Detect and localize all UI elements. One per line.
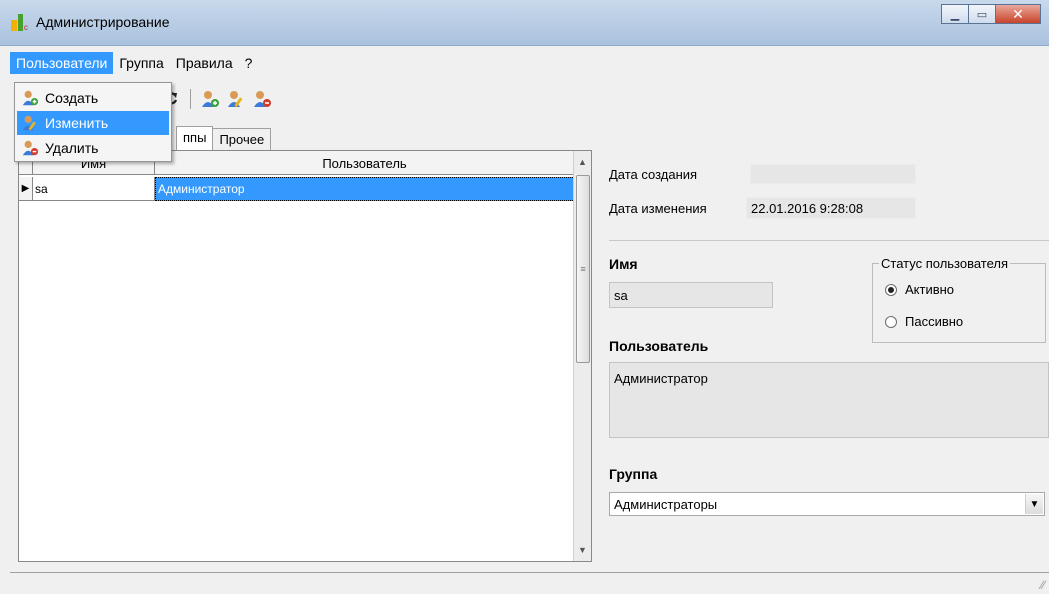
group-label: Группа xyxy=(609,466,658,482)
status-active-label: Активно xyxy=(905,282,955,297)
admin-window: c Администрирование ▁ ▭ ✕ Пользователи Г… xyxy=(0,0,1049,594)
status-active-radio[interactable]: Активно xyxy=(885,282,954,297)
title-bar: c Администрирование ▁ ▭ ✕ xyxy=(0,0,1049,46)
row-indicator-icon: ▶ xyxy=(19,177,33,201)
edit-user-button[interactable] xyxy=(225,88,247,110)
modified-date-label: Дата изменения xyxy=(609,201,707,216)
radio-checked-icon xyxy=(885,283,897,296)
grid-scrollbar[interactable]: ▲ ≡ ▼ xyxy=(573,151,591,561)
menu-item-delete-label: Удалить xyxy=(45,140,99,156)
scroll-up-icon[interactable]: ▲ xyxy=(574,153,591,171)
menu-rules[interactable]: Правила xyxy=(170,52,239,74)
name-field[interactable]: sa xyxy=(609,282,773,308)
menu-group[interactable]: Группа xyxy=(113,52,169,74)
maximize-button[interactable]: ▭ xyxy=(968,4,996,24)
name-label: Имя xyxy=(609,256,638,272)
status-passive-radio[interactable]: Пассивно xyxy=(885,314,963,329)
menu-bar: Пользователи Группа Правила ? xyxy=(10,52,1049,74)
user-delete-icon xyxy=(254,91,271,107)
scroll-down-icon[interactable]: ▼ xyxy=(574,541,591,559)
status-bar: ⁄⁄ xyxy=(10,572,1049,594)
svg-text:c: c xyxy=(24,23,28,32)
close-button[interactable]: ✕ xyxy=(995,4,1041,24)
menu-item-edit-label: Изменить xyxy=(45,115,109,131)
toolbar xyxy=(160,86,273,112)
user-edit-icon xyxy=(21,114,39,132)
divider xyxy=(609,240,1049,241)
chevron-down-icon[interactable]: ▼ xyxy=(1025,494,1043,514)
user-status-group: Статус пользователя Активно Пассивно xyxy=(872,256,1046,343)
close-icon: ✕ xyxy=(1012,5,1024,22)
menu-item-create[interactable]: Создать xyxy=(17,86,169,110)
user-label: Пользователь xyxy=(609,338,709,354)
menu-item-edit[interactable]: Изменить xyxy=(17,111,169,135)
scroll-thumb[interactable]: ≡ xyxy=(576,175,590,363)
user-edit-icon xyxy=(228,91,243,108)
add-user-button[interactable] xyxy=(199,88,221,110)
group-select[interactable]: Администраторы ▼ xyxy=(609,492,1045,516)
created-date-field xyxy=(750,164,916,184)
maximize-icon: ▭ xyxy=(976,8,988,21)
user-status-legend: Статус пользователя xyxy=(879,256,1011,271)
user-add-icon xyxy=(202,91,219,107)
user-add-icon xyxy=(21,89,39,107)
table-row[interactable]: ▶ sa Администратор xyxy=(19,177,575,201)
created-date-label: Дата создания xyxy=(609,167,698,182)
users-dropdown-menu: Создать Изменить Удалить xyxy=(14,82,172,162)
group-select-value: Администраторы xyxy=(614,496,718,512)
resize-grip-icon[interactable]: ⁄⁄ xyxy=(1041,578,1045,592)
modified-date-field: 22.01.2016 9:28:08 xyxy=(746,197,916,219)
window-title: Администрирование xyxy=(36,14,170,30)
menu-help[interactable]: ? xyxy=(239,52,259,74)
users-grid: Имя Пользователь ▶ sa Администратор ▲ ≡ … xyxy=(18,150,592,562)
user-delete-icon xyxy=(21,139,39,157)
menu-item-delete[interactable]: Удалить xyxy=(17,136,169,160)
delete-user-button[interactable] xyxy=(251,88,273,110)
tab-other[interactable]: Прочее xyxy=(212,128,272,150)
column-header-user[interactable]: Пользователь xyxy=(155,151,575,175)
user-field[interactable]: Администратор xyxy=(609,362,1049,438)
menu-item-create-label: Создать xyxy=(45,90,99,106)
radio-unchecked-icon xyxy=(885,315,897,328)
toolbar-separator xyxy=(190,89,191,109)
minimize-icon: ▁ xyxy=(950,8,960,21)
cell-user[interactable]: Администратор xyxy=(155,177,575,201)
cell-name[interactable]: sa xyxy=(33,177,155,201)
tab-groups[interactable]: ппы xyxy=(176,126,214,150)
minimize-button[interactable]: ▁ xyxy=(941,4,969,24)
status-passive-label: Пассивно xyxy=(905,314,964,329)
app-icon: c xyxy=(10,12,30,32)
menu-users[interactable]: Пользователи xyxy=(10,52,114,74)
